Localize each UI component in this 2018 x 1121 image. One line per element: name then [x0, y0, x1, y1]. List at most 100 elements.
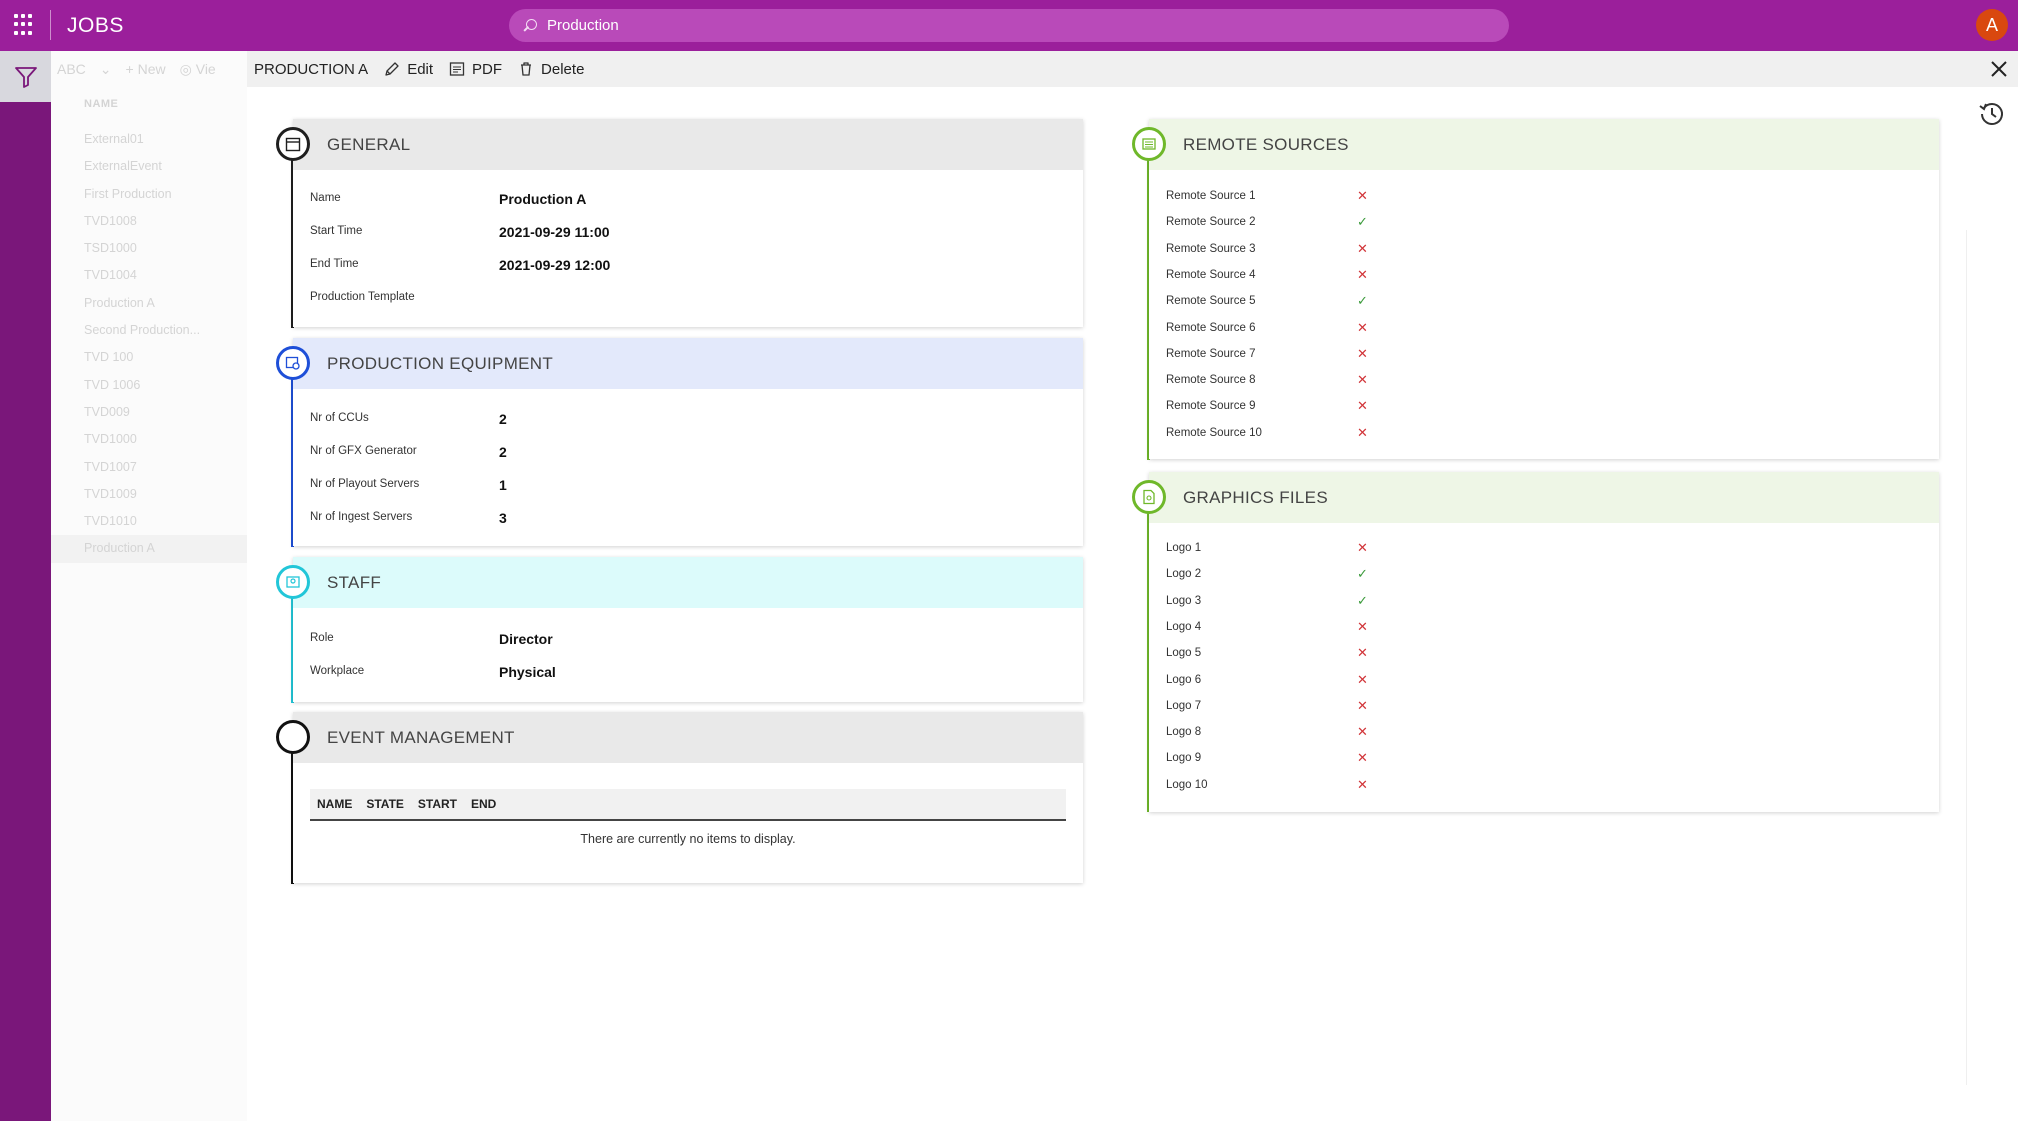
cross-icon: ✕ [1357, 776, 1368, 792]
list-item[interactable]: Production A [84, 290, 247, 317]
cross-icon: ✕ [1357, 697, 1368, 713]
divider [1966, 230, 1967, 1085]
calendar-icon [276, 127, 310, 161]
equipment-title: PRODUCTION EQUIPMENT [327, 353, 554, 373]
general-header: GENERAL [293, 119, 1083, 170]
cross-icon: ✕ [1357, 398, 1368, 414]
list-item[interactable]: TVD1004 [84, 262, 247, 289]
filter-button[interactable] [0, 51, 51, 102]
remote-source-icon [1132, 127, 1166, 161]
list-item[interactable]: External01 [84, 126, 247, 153]
graphics-file-label: Logo 3 [1166, 594, 1202, 607]
remote-source-label: Remote Source 4 [1166, 268, 1256, 281]
field-value: Production A [499, 191, 587, 207]
cross-icon: ✕ [1357, 645, 1368, 661]
cross-icon: ✕ [1357, 266, 1368, 282]
cross-icon: ✕ [1357, 750, 1368, 766]
cross-icon: ✕ [1357, 618, 1368, 634]
field-label: Name [310, 192, 341, 204]
avatar[interactable]: A [1976, 9, 2008, 41]
graphics-file-label: Logo 1 [1166, 542, 1202, 554]
remote-source-label: Remote Source 8 [1166, 374, 1256, 387]
field-label: Nr of Playout Servers [310, 478, 420, 490]
graphics-file-label: Logo 6 [1166, 673, 1202, 686]
graphics-file-label: Logo 2 [1166, 568, 1202, 581]
edit-button[interactable]: Edit [384, 61, 433, 78]
field-value: 2021-09-29 11:00 [499, 224, 610, 240]
list-item[interactable]: TVD 100 [84, 344, 247, 371]
chevron-down-icon[interactable]: ⌄ [100, 61, 112, 78]
remote-source-label: Remote Source 7 [1166, 347, 1256, 360]
event-table-header: NAME STATE START END [310, 789, 1066, 821]
new-button[interactable]: + New [126, 61, 166, 77]
field-label: Production Template [310, 291, 415, 303]
field-label: Role [310, 632, 334, 644]
graphics-file-label: Logo 5 [1166, 647, 1202, 660]
pdf-button[interactable]: PDF [449, 61, 502, 78]
graphics-file-label: Logo 8 [1166, 726, 1202, 739]
remote-sources-title: REMOTE SOURCES [1183, 134, 1349, 154]
cross-icon: ✕ [1357, 724, 1368, 740]
plus-icon: + [125, 61, 134, 77]
list-item-selected[interactable]: Production A [51, 535, 247, 563]
list-item[interactable]: TVD 1006 [84, 372, 247, 399]
checkmark-icon: ✓ [1357, 592, 1368, 608]
general-title: GENERAL [327, 134, 411, 154]
equipment-icon [276, 346, 310, 380]
list-item[interactable]: ExternalEvent [84, 153, 247, 180]
view-button[interactable]: ◎ Vie [180, 61, 216, 78]
abc-sort-button[interactable]: ABC [57, 61, 86, 77]
remote-source-label: Remote Source 3 [1166, 242, 1256, 255]
document-icon [449, 62, 465, 76]
record-title: PRODUCTION A [254, 60, 369, 78]
list-item[interactable]: TVD1010 [84, 508, 247, 535]
cross-icon: ✕ [1357, 319, 1368, 335]
list-item[interactable]: Second Production... [84, 317, 247, 344]
staff-title: STAFF [327, 572, 382, 592]
search-input[interactable] [547, 17, 1447, 34]
search-box[interactable] [509, 9, 1509, 42]
list-item[interactable]: TVD1000 [84, 426, 247, 453]
field-label: Nr of GFX Generator [310, 445, 417, 457]
cross-icon: ✕ [1357, 372, 1368, 388]
field-value: 2021-09-29 12:00 [499, 257, 611, 273]
equipment-header: PRODUCTION EQUIPMENT [293, 338, 1083, 389]
search-icon [523, 18, 537, 33]
history-icon[interactable] [1978, 100, 2006, 128]
column-header-state[interactable]: STATE [366, 797, 404, 811]
remote-source-label: Remote Source 2 [1166, 216, 1256, 229]
app-launcher-icon[interactable] [14, 14, 36, 36]
app-title: JOBS [67, 14, 124, 37]
field-value: 2 [499, 444, 507, 460]
remote-sources-header: REMOTE SOURCES [1149, 119, 1939, 170]
close-icon[interactable] [1988, 58, 2010, 80]
graphics-file-label: Logo 10 [1166, 778, 1208, 791]
list-item[interactable]: TVD1009 [84, 481, 247, 508]
empty-message: There are currently no items to display. [580, 832, 796, 846]
list-item[interactable]: TVD1008 [84, 208, 247, 235]
event-header: EVENT MANAGEMENT [293, 712, 1083, 763]
field-label: Nr of CCUs [310, 412, 369, 424]
list-item[interactable]: TVD009 [84, 399, 247, 426]
list-column-header[interactable]: NAME [84, 98, 118, 110]
list-item[interactable]: TSD1000 [84, 235, 247, 262]
staff-header: STAFF [293, 557, 1083, 608]
remote-source-label: Remote Source 1 [1166, 190, 1256, 202]
column-header-end[interactable]: END [471, 797, 496, 811]
eye-icon: ◎ [179, 60, 192, 77]
list-item[interactable]: First Production [84, 181, 247, 208]
delete-button[interactable]: Delete [518, 61, 584, 78]
cross-icon: ✕ [1357, 671, 1368, 687]
column-header-name[interactable]: NAME [317, 797, 352, 811]
pencil-icon [385, 62, 399, 76]
list-item[interactable]: TVD1007 [84, 454, 247, 481]
event-title: EVENT MANAGEMENT [327, 727, 515, 747]
column-header-start[interactable]: START [418, 797, 457, 811]
field-label: Start Time [310, 225, 363, 237]
left-rail [0, 51, 51, 1121]
trash-icon [521, 62, 532, 76]
field-value: 1 [499, 477, 507, 493]
cross-icon: ✕ [1357, 345, 1368, 361]
checkmark-icon: ✓ [1357, 566, 1368, 582]
graphics-files-title: GRAPHICS FILES [1183, 487, 1328, 507]
